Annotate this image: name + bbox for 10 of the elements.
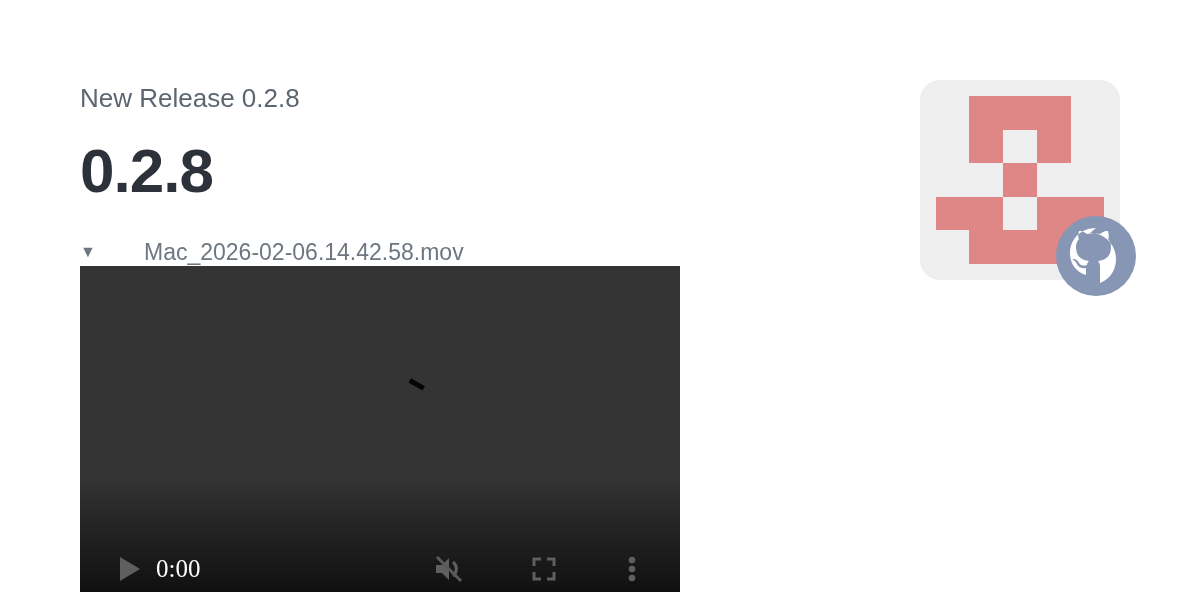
- attachment-filename[interactable]: Mac_2026-02-06.14.42.58.mov: [144, 238, 464, 266]
- more-options-icon[interactable]: [628, 556, 636, 582]
- github-icon: [1056, 216, 1136, 296]
- muted-speaker-icon[interactable]: [434, 554, 464, 584]
- disclosure-triangle[interactable]: ▼: [80, 240, 144, 264]
- play-icon[interactable]: [120, 557, 140, 581]
- fullscreen-icon[interactable]: [532, 557, 556, 581]
- video-time: 0:00: [156, 555, 201, 583]
- release-title: 0.2.8: [80, 136, 214, 206]
- release-subtitle: New Release 0.2.8: [80, 82, 301, 115]
